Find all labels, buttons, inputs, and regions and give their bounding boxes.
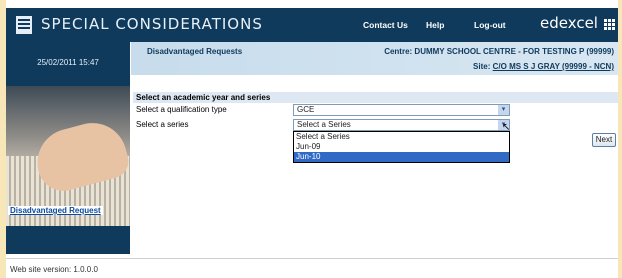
page-title: Disadvantaged Requests (147, 47, 243, 56)
help-link[interactable]: Help (426, 20, 444, 30)
series-option[interactable]: Select a Series (294, 132, 509, 142)
next-button[interactable]: Next (592, 133, 616, 147)
sidebar: 25/02/2011 15:47 Disadvantaged Request (6, 42, 130, 254)
log-out-link[interactable]: Log-out (474, 20, 506, 30)
brand-logo: edexcel (540, 14, 598, 32)
site-version: Web site version: 1.0.0.0 (10, 265, 98, 274)
app-logo-icon (16, 16, 32, 34)
site-label: Site: (473, 62, 491, 71)
centre-info: Centre: DUMMY SCHOOL CENTRE - FOR TESTIN… (384, 47, 614, 56)
series-label: Select a series (136, 120, 189, 129)
page-header-band: Disadvantaged Requests Centre: DUMMY SCH… (131, 42, 618, 75)
edexcel-grid-icon (604, 19, 616, 31)
sidebar-item-disadvantaged-request[interactable]: Disadvantaged Request (8, 206, 103, 215)
top-bar: SPECIAL CONSIDERATIONS Contact Us Help L… (6, 8, 618, 42)
site-info: Site: C/O MS S J GRAY (99999 - NCN) (473, 62, 614, 71)
footer-divider (6, 258, 618, 259)
mouse-cursor-icon: ↖ (502, 122, 511, 133)
series-dropdown-list: Select a Series Jun-09 Jun-10 (293, 131, 510, 163)
sidebar-photo (6, 86, 130, 226)
series-value: Select a Series (297, 120, 351, 129)
current-datetime: 25/02/2011 15:47 (37, 58, 99, 67)
series-option[interactable]: Jun-09 (294, 142, 509, 152)
qualification-label: Select a qualification type (136, 105, 227, 114)
qualification-value: GCE (297, 105, 315, 114)
qualification-select[interactable]: GCE ▾ (293, 104, 510, 116)
app-title: SPECIAL CONSIDERATIONS (41, 15, 263, 33)
section-heading: Select an academic year and series (133, 92, 618, 103)
contact-us-link[interactable]: Contact Us (363, 20, 408, 30)
series-select[interactable]: Select a Series ▾ (293, 119, 510, 131)
series-option-highlighted[interactable]: Jun-10 (294, 152, 509, 162)
dropdown-arrow-icon[interactable]: ▾ (498, 105, 509, 115)
site-link[interactable]: C/O MS S J GRAY (99999 - NCN) (493, 62, 614, 71)
